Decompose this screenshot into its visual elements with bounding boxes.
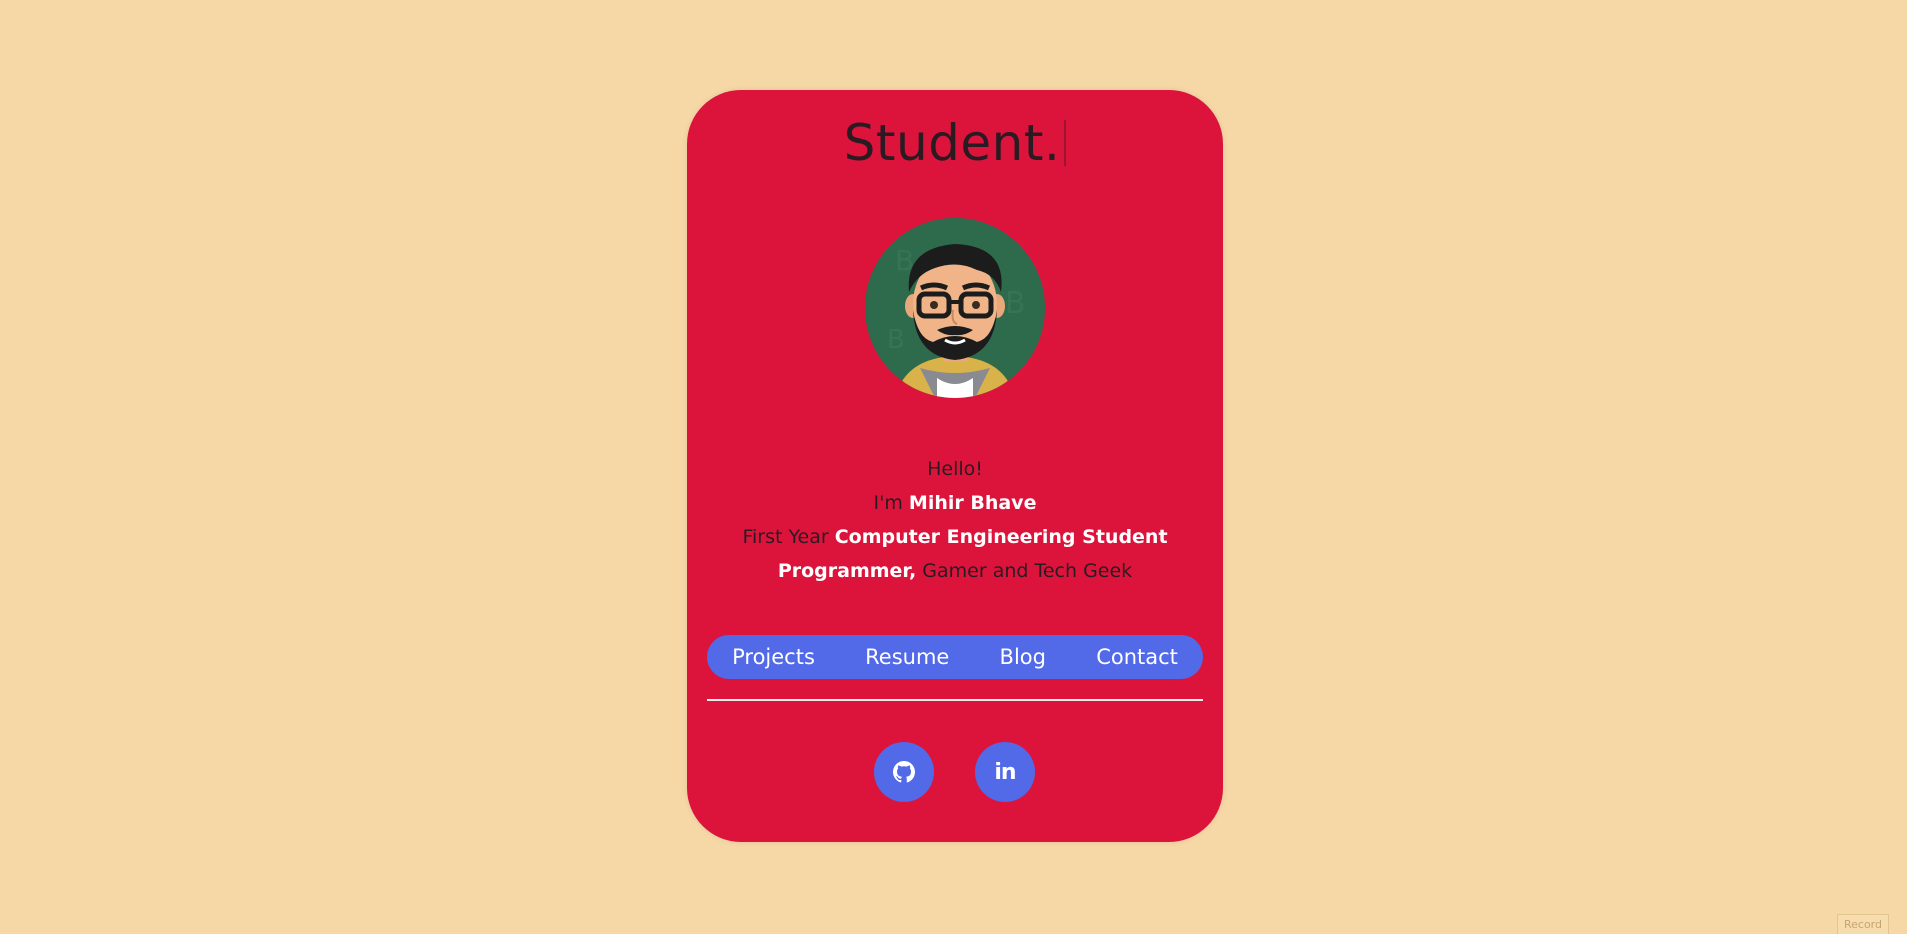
intro-hello: Hello!	[687, 452, 1223, 486]
record-button[interactable]: Record	[1836, 914, 1889, 934]
title-text: Student.	[843, 114, 1061, 172]
intro-name-line: I'm Mihir Bhave	[687, 486, 1223, 520]
svg-text:B: B	[1005, 286, 1026, 321]
github-icon	[893, 761, 915, 783]
intro-text: Hello! I'm Mihir Bhave First Year Comput…	[687, 452, 1223, 588]
card-title: Student.	[687, 118, 1223, 168]
nav-bar: Projects Resume Blog Contact	[707, 635, 1203, 679]
svg-text:B: B	[887, 325, 905, 355]
tagline-rest: Gamer and Tech Geek	[916, 560, 1133, 582]
intro-role-line: First Year Computer Engineering Student	[687, 520, 1223, 554]
linkedin-button[interactable]: in	[975, 742, 1035, 802]
nav-link-resume[interactable]: Resume	[865, 645, 949, 669]
github-button[interactable]	[874, 742, 934, 802]
intro-tagline: Programmer, Gamer and Tech Geek	[687, 554, 1223, 588]
nav-link-contact[interactable]: Contact	[1096, 645, 1178, 669]
im-prefix: I'm	[873, 492, 909, 514]
typing-cursor	[1064, 120, 1067, 166]
nav-link-projects[interactable]: Projects	[732, 645, 815, 669]
avatar-illustration: B B B	[865, 218, 1045, 398]
linkedin-icon: in	[994, 759, 1016, 785]
profile-card: Student. B B B Hello! I'm Mihir Bhave Fi…	[687, 90, 1223, 842]
year-prefix: First Year	[742, 526, 835, 548]
nav-link-blog[interactable]: Blog	[1000, 645, 1046, 669]
person-name: Mihir Bhave	[908, 492, 1037, 514]
divider	[707, 699, 1203, 701]
role-text: Computer Engineering Student	[834, 526, 1168, 548]
avatar: B B B	[865, 218, 1045, 398]
hello-text: Hello!	[927, 458, 983, 480]
tagline-highlight: Programmer,	[777, 560, 917, 582]
